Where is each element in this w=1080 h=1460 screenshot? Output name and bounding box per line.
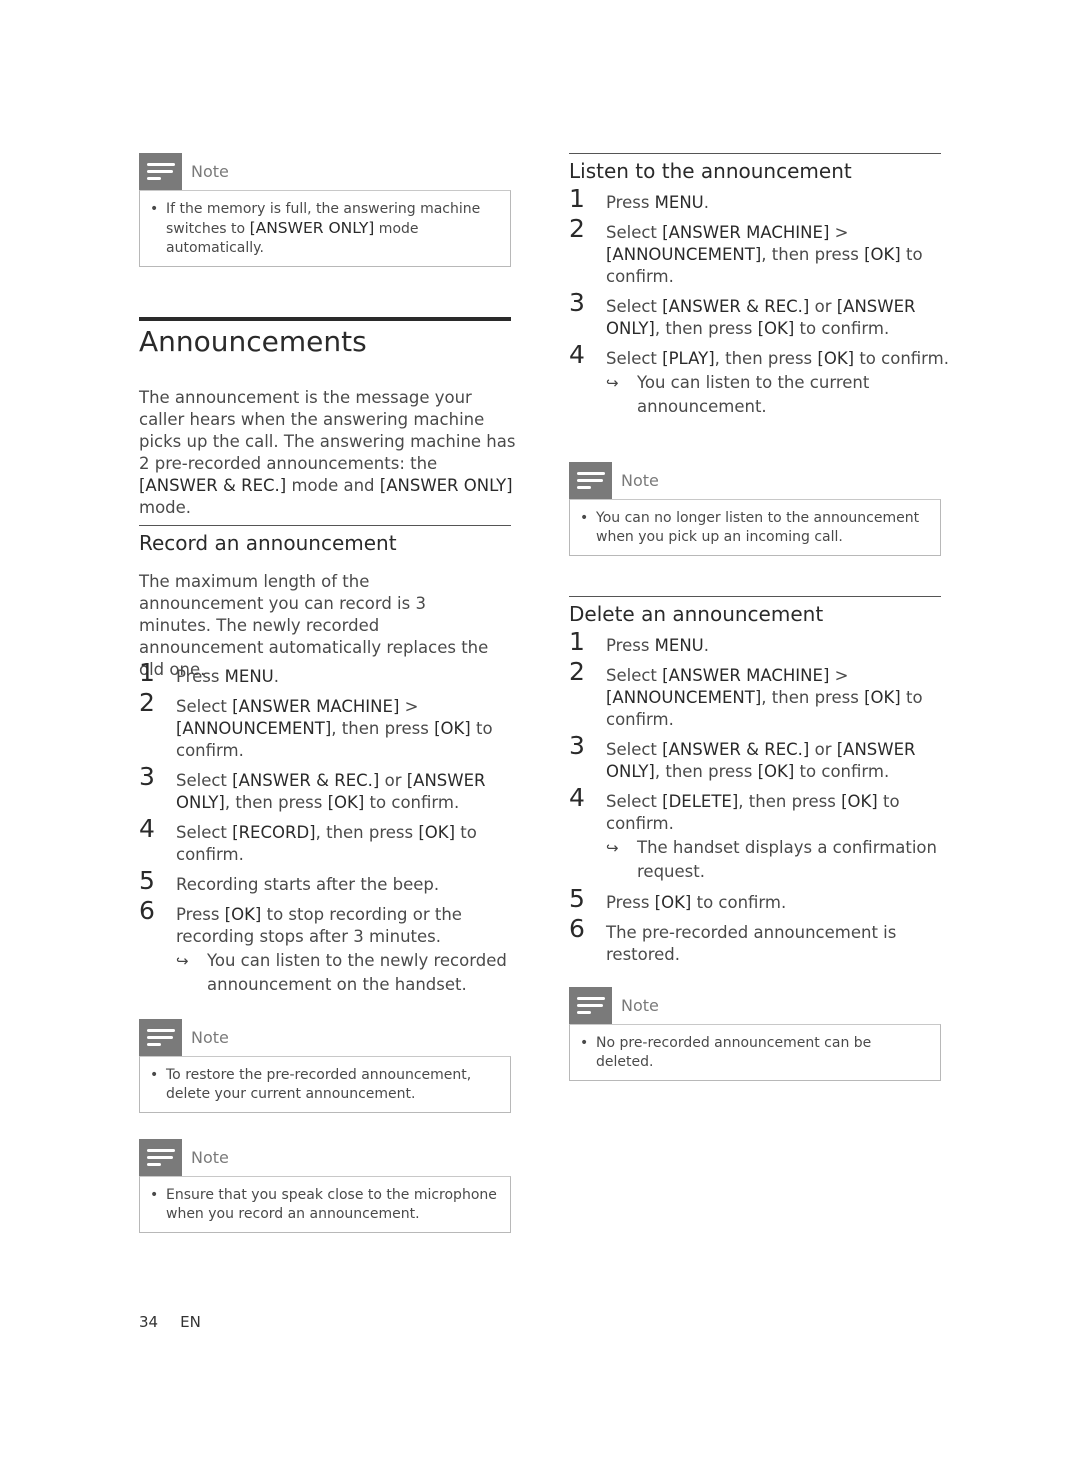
step-number: 3	[569, 288, 585, 317]
intro-paragraph: The announcement is the message your cal…	[139, 388, 516, 517]
note-icon	[569, 462, 612, 499]
step-number: 1	[569, 184, 585, 213]
result-arrow-icon: ↪	[606, 839, 619, 857]
step-number: 5	[569, 884, 585, 913]
step-text: Select [ANSWER MACHINE] > [ANNOUNCEMENT]…	[176, 697, 493, 760]
section-divider	[139, 317, 511, 321]
step-number: 3	[569, 731, 585, 760]
step-item: 1 Press MENU.	[569, 629, 949, 657]
step-number: 6	[569, 914, 585, 943]
record-title: Record an announcement	[139, 531, 397, 555]
note-microphone: Note • Ensure that you speak close to th…	[139, 1139, 511, 1233]
note-restore: Note • To restore the pre-recorded annou…	[139, 1019, 511, 1113]
result-arrow-icon: ↪	[606, 374, 619, 392]
language-label: EN	[180, 1313, 201, 1331]
step-number: 4	[139, 814, 155, 843]
subsection-divider	[569, 596, 941, 597]
step-item: 1 Press MENU.	[139, 660, 519, 688]
subsection-divider	[139, 525, 511, 526]
step-text: Select [ANSWER MACHINE] > [ANNOUNCEMENT]…	[606, 223, 923, 286]
step-result: ↪ You can listen to the newly recorded an…	[176, 949, 519, 997]
step-item: 4 Select [PLAY], then press [OK] to confi…	[569, 342, 949, 419]
result-text: You can listen to the current announceme…	[637, 373, 870, 416]
note-text: No pre-recorded announcement can be dele…	[596, 1035, 872, 1070]
bullet-icon: •	[150, 201, 159, 217]
bullet-icon: •	[150, 1187, 159, 1203]
note-text: Ensure that you speak close to the micro…	[166, 1187, 497, 1222]
step-text: Select [ANSWER & REC.] or [ANSWER ONLY],…	[176, 771, 486, 812]
step-text: The pre-recorded announcement is restore…	[606, 923, 897, 964]
step-number: 2	[139, 688, 155, 717]
note-memory-full: Note • If the memory is full, the answer…	[139, 153, 511, 267]
step-text: Select [RECORD], then press [OK] to conf…	[176, 823, 477, 864]
note-title: Note	[621, 471, 659, 490]
listen-title: Listen to the announcement	[569, 159, 852, 183]
note-title: Note	[191, 1148, 229, 1167]
note-delete: Note • No pre-recorded announcement can …	[569, 987, 941, 1081]
step-number: 5	[139, 866, 155, 895]
result-text: The handset displays a confirmation requ…	[637, 838, 937, 881]
note-icon	[569, 987, 612, 1024]
note-text: You can no longer listen to the announce…	[596, 510, 920, 545]
subsection-divider	[569, 153, 941, 154]
record-intro: The maximum length of the announcement y…	[139, 572, 489, 679]
step-text: Press MENU.	[606, 193, 710, 212]
note-icon	[139, 153, 182, 190]
delete-title: Delete an announcement	[569, 602, 824, 626]
step-text: Press [OK] to stop recording or the reco…	[176, 905, 462, 946]
step-result: ↪ The handset displays a confirmation req…	[606, 836, 949, 884]
result-text: You can listen to the newly recorded ann…	[207, 951, 507, 994]
step-item: 2 Select [ANSWER MACHINE] > [ANNOUNCEMENT…	[569, 216, 949, 288]
result-arrow-icon: ↪	[176, 952, 189, 970]
step-number: 1	[139, 658, 155, 687]
note-icon	[139, 1019, 182, 1056]
step-item: 1 Press MENU.	[569, 186, 949, 214]
note-icon	[139, 1139, 182, 1176]
step-item: 4 Select [DELETE], then press [OK] to con…	[569, 785, 949, 884]
step-number: 4	[569, 783, 585, 812]
step-item: 3 Select [ANSWER & REC.] or [ANSWER ONLY]…	[569, 733, 949, 783]
note-text: If the memory is full, the answering mac…	[166, 201, 481, 256]
record-steps: 1 Press MENU. 2 Select [ANSWER MACHINE] > […	[139, 660, 519, 1005]
step-text: Select [ANSWER MACHINE] > [ANNOUNCEMENT]…	[606, 666, 923, 729]
step-text: Select [ANSWER & REC.] or [ANSWER ONLY],…	[606, 740, 916, 781]
step-text: Recording starts after the beep.	[176, 875, 440, 894]
step-text: Select [PLAY], then press [OK] to confir…	[606, 349, 949, 368]
step-item: 6 The pre-recorded announcement is restor…	[569, 916, 949, 966]
step-result: ↪ You can listen to the current announcem…	[606, 371, 949, 419]
step-item: 4 Select [RECORD], then press [OK] to con…	[139, 816, 519, 866]
step-item: 5 Press [OK] to confirm.	[569, 886, 949, 914]
note-title: Note	[621, 996, 659, 1015]
step-number: 1	[569, 627, 585, 656]
delete-steps: 1 Press MENU. 2 Select [ANSWER MACHINE] > […	[569, 629, 949, 974]
step-number: 2	[569, 657, 585, 686]
note-title: Note	[191, 1028, 229, 1047]
step-text: Press MENU.	[606, 636, 710, 655]
note-title: Note	[191, 162, 229, 181]
page-number: 34	[139, 1313, 159, 1331]
bullet-icon: •	[580, 1035, 589, 1051]
step-number: 4	[569, 340, 585, 369]
bullet-icon: •	[580, 510, 589, 526]
step-item: 2 Select [ANSWER MACHINE] > [ANNOUNCEMENT…	[569, 659, 949, 731]
step-text: Select [DELETE], then press [OK] to conf…	[606, 792, 900, 833]
page-footer: 34 EN	[139, 1313, 201, 1331]
step-number: 2	[569, 214, 585, 243]
step-text: Press MENU.	[176, 667, 280, 686]
section-title: Announcements	[139, 325, 367, 358]
step-number: 3	[139, 762, 155, 791]
step-text: Press [OK] to confirm.	[606, 893, 787, 912]
step-item: 2 Select [ANSWER MACHINE] > [ANNOUNCEMENT…	[139, 690, 519, 762]
listen-steps: 1 Press MENU. 2 Select [ANSWER MACHINE] > […	[569, 186, 949, 427]
step-item: 3 Select [ANSWER & REC.] or [ANSWER ONLY]…	[139, 764, 519, 814]
step-item: 6 Press [OK] to stop recording or the rec…	[139, 898, 519, 997]
note-text: To restore the pre-recorded announcement…	[166, 1067, 472, 1102]
note-listen: Note • You can no longer listen to the a…	[569, 462, 941, 556]
step-item: 3 Select [ANSWER & REC.] or [ANSWER ONLY]…	[569, 290, 949, 340]
step-text: Select [ANSWER & REC.] or [ANSWER ONLY],…	[606, 297, 916, 338]
step-number: 6	[139, 896, 155, 925]
bullet-icon: •	[150, 1067, 159, 1083]
step-item: 5 Recording starts after the beep.	[139, 868, 519, 896]
